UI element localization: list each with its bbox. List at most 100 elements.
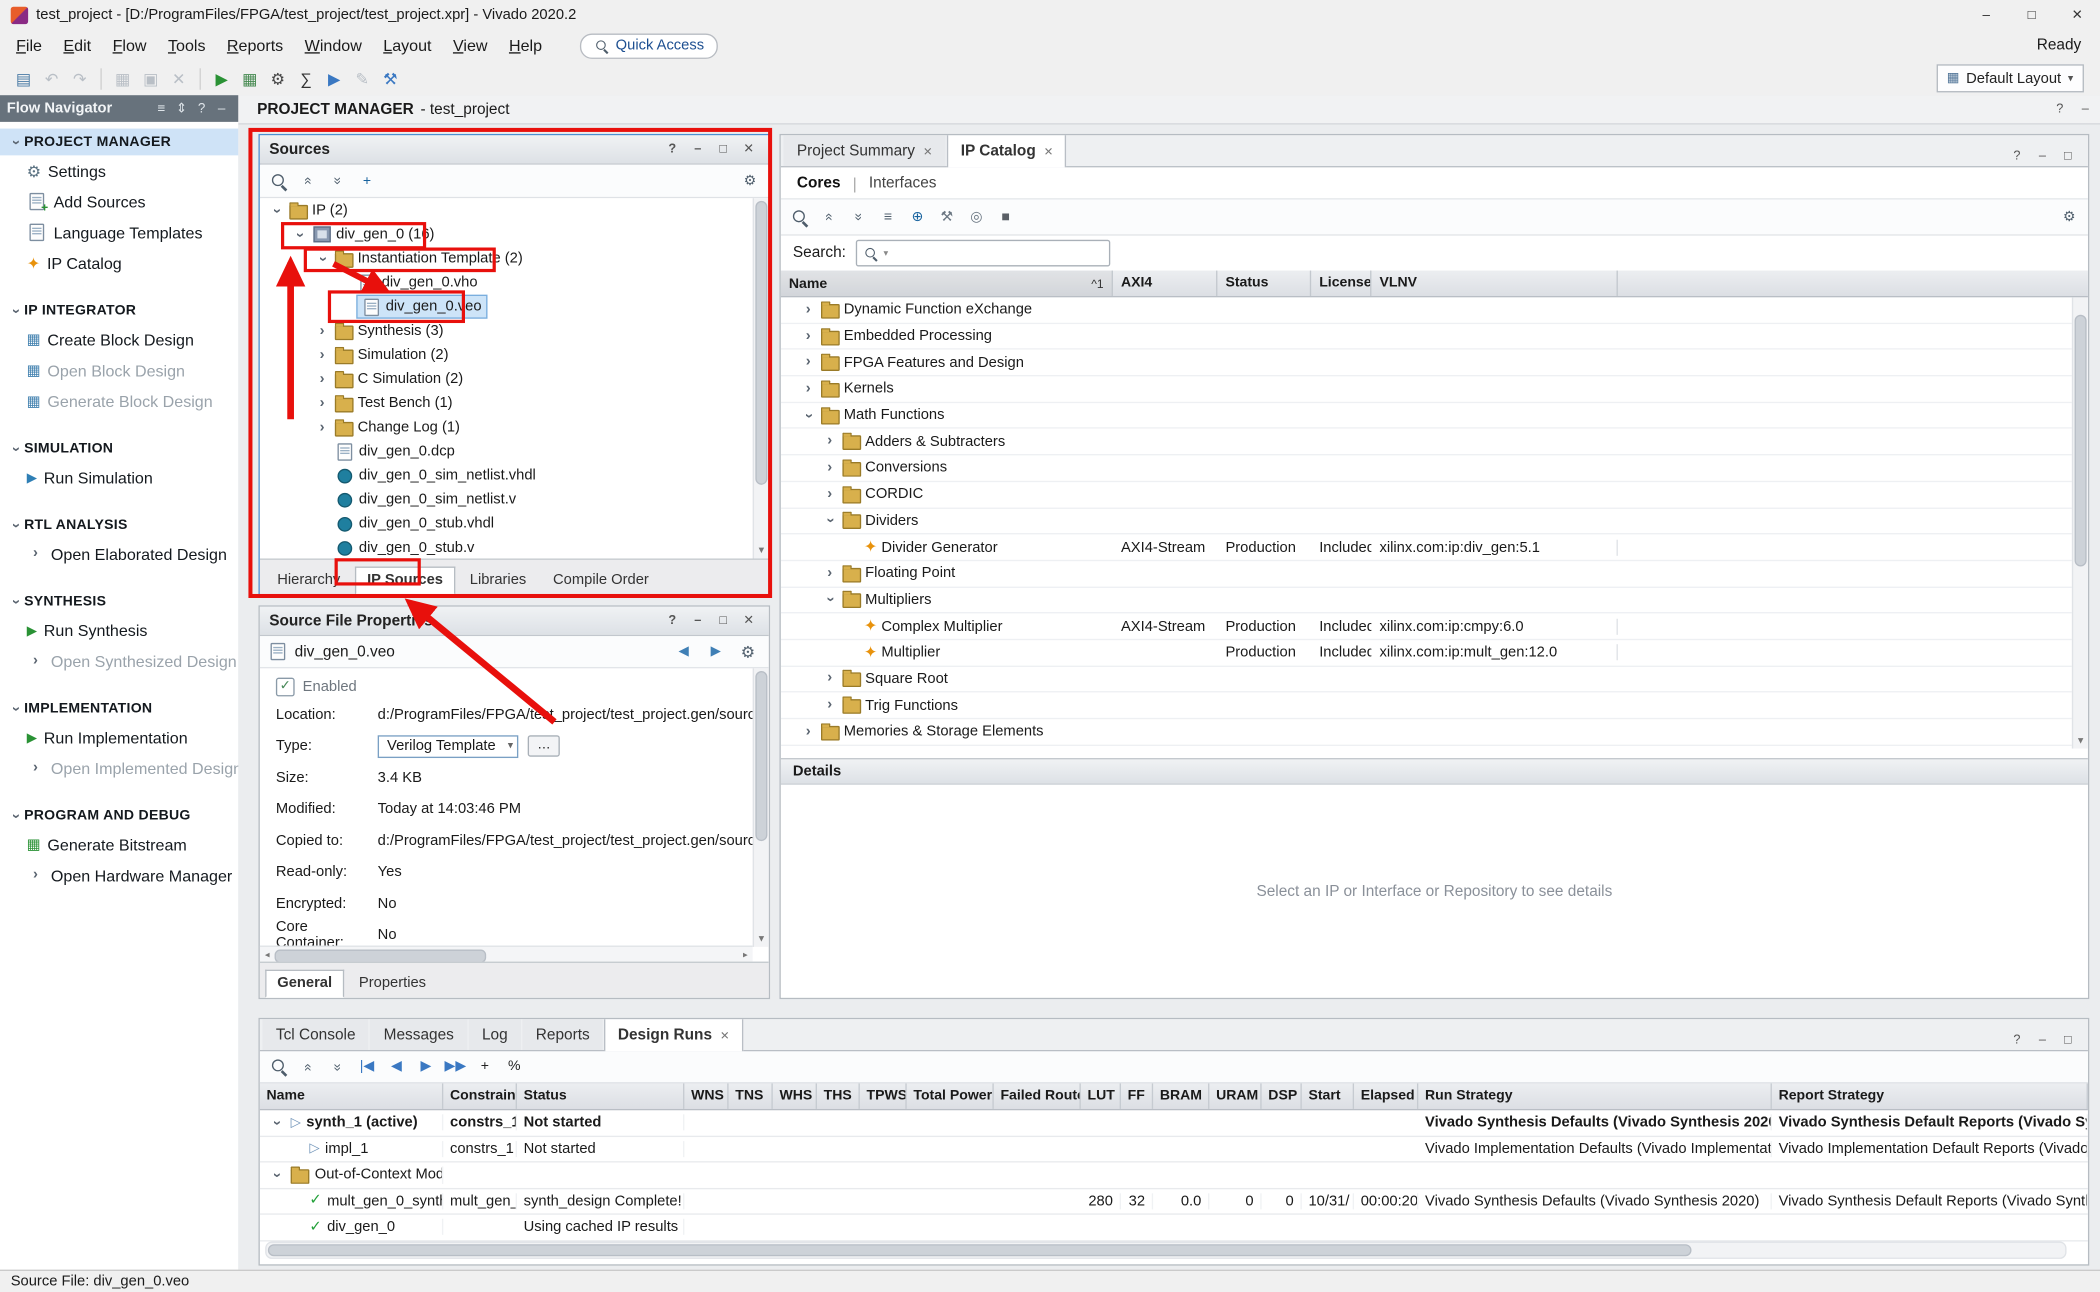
details-header[interactable]: Details [781,758,2088,785]
tree-item-div-gen-0-vho[interactable]: ›div_gen_0.vho [260,271,753,295]
run-row-out-of-context-module-runs[interactable]: ›Out-of-Context Module Runs [260,1163,2088,1189]
flow-item-create-block-design[interactable]: Create Block Design [0,324,238,355]
open-project-icon[interactable]: ▤ [11,66,36,91]
help-icon[interactable]: ? [662,139,683,160]
flow-item-generate-bitstream[interactable]: Generate Bitstream [0,829,238,860]
expand-all-icon[interactable]: » [846,205,870,229]
scroll-down-icon[interactable]: ▼ [2073,734,2088,749]
twistie-icon[interactable]: › [8,593,23,610]
tab-libraries[interactable]: Libraries [458,567,539,595]
close-icon[interactable]: ✕ [923,144,933,159]
enabled-checkbox[interactable]: ✓ [276,678,295,697]
resume-run-icon[interactable]: ▶ [414,1055,438,1079]
ipcat-row-dynamic-function-exchange[interactable]: ›Dynamic Function eXchange [781,297,2072,323]
column-header-status[interactable]: Status [1217,271,1311,296]
ipcat-row-memories-storage-elements[interactable]: ›Memories & Storage Elements [781,719,2072,745]
flow-item-open-synthesized-design[interactable]: ›Open Synthesized Design [0,646,238,677]
menu-layout[interactable]: Layout [373,33,443,57]
column-header-total-power[interactable]: Total Power [907,1083,994,1108]
dashboard-icon[interactable]: ▦ [237,66,262,91]
twistie-icon[interactable]: › [8,516,23,533]
menu-edit[interactable]: Edit [53,33,102,57]
tree-item-instantiation-template-2[interactable]: ›Instantiation Template (2) [260,246,753,270]
menu-tools[interactable]: Tools [157,33,216,57]
add-repository-icon[interactable]: ⊕ [905,205,929,229]
ipcat-row-trig-functions[interactable]: ›Trig Functions [781,693,2072,719]
close-icon[interactable]: ✕ [720,1028,730,1043]
column-header-wns[interactable]: WNS [684,1083,728,1108]
float-icon[interactable]: □ [713,610,734,631]
run-row-impl-1[interactable]: ›impl_1constrs_1Not startedVivado Implem… [260,1136,2088,1162]
twistie-icon[interactable]: › [313,372,330,387]
close-button[interactable]: ✕ [2054,0,2100,29]
menu-window[interactable]: Window [294,33,373,57]
twistie-icon[interactable]: › [821,487,838,502]
flow-item-open-hardware-manager[interactable]: ›Open Hardware Manager [0,860,238,891]
settings-icon[interactable]: ⚙ [738,169,762,193]
twistie-icon[interactable]: › [821,698,838,713]
flow-section-header-program-and-debug[interactable]: ›PROGRAM AND DEBUG [0,802,238,829]
ipcat-row-kernels[interactable]: ›Kernels [781,376,2072,402]
twistie-icon[interactable]: › [27,761,44,776]
step-back-icon[interactable]: ◀ [384,1055,408,1079]
ipcat-row-complex-multiplier[interactable]: ›Complex Multiplier AXI4-Stream Producti… [781,614,2072,640]
tree-item-div-gen-0-veo[interactable]: ›div_gen_0.veo [260,295,753,319]
ipcat-row-embedded-processing[interactable]: ›Embedded Processing [781,324,2072,350]
flow-section-header-implementation[interactable]: ›IMPLEMENTATION [0,695,238,722]
twistie-icon[interactable]: › [800,382,817,397]
settings-icon[interactable]: ⚙ [265,66,290,91]
flow-item-run-simulation[interactable]: Run Simulation [0,462,238,493]
tab-general[interactable]: General [265,970,344,998]
flow-item-add-sources[interactable]: Add Sources [0,186,238,217]
menu-file[interactable]: File [5,33,52,57]
tree-item-synthesis-3[interactable]: ›Synthesis (3) [260,319,753,343]
column-header-report-strategy[interactable]: Report Strategy [1772,1083,2088,1108]
scroll-down-icon[interactable]: ▼ [754,932,769,947]
ipcat-row-divider-generator[interactable]: ›Divider Generator AXI4-Stream Productio… [781,535,2072,561]
ipcat-row-conversions[interactable]: ›Conversions [781,456,2072,482]
column-header-dsp[interactable]: DSP [1262,1083,1302,1108]
twistie-icon[interactable]: › [292,226,307,243]
tree-item-div-gen-0-stub-vhdl[interactable]: ›div_gen_0_stub.vhdl [260,512,753,536]
expand-all-icon[interactable]: » [325,169,349,193]
flow-item-generate-block-design[interactable]: Generate Block Design [0,386,238,417]
expand-all-icon[interactable]: » [325,1055,349,1079]
search-icon[interactable] [788,205,812,229]
collapse-all-icon[interactable]: « [296,1055,320,1079]
twistie-icon[interactable]: › [800,724,817,739]
column-header-license[interactable]: License [1311,271,1371,296]
ip-catalog-scrollbar[interactable]: ▼ [2072,297,2088,748]
twistie-icon[interactable]: › [313,348,330,363]
help-icon[interactable]: ? [192,101,212,116]
save-icon[interactable]: ▦ [110,66,135,91]
minimize-icon[interactable]: – [2075,98,2096,119]
twistie-icon[interactable]: › [821,566,838,581]
column-header-elapsed[interactable]: Elapsed [1354,1083,1418,1108]
run-icon[interactable]: ▶ [209,66,234,91]
flow-item-settings[interactable]: Settings [0,155,238,186]
twistie-icon[interactable]: › [269,1166,284,1183]
properties-scrollbar[interactable]: ▼ [753,668,769,947]
scroll-right-icon[interactable]: ▸ [738,950,753,961]
ipcat-row-adders-subtracters[interactable]: ›Adders & Subtracters [781,429,2072,455]
tab-cores[interactable]: Cores [797,175,841,191]
column-header-failed-routes[interactable]: Failed Routes [994,1083,1081,1108]
column-header-axi4[interactable]: AXI4 [1113,271,1217,296]
twistie-icon[interactable]: › [313,420,330,435]
ip-search-input[interactable]: ▾ [855,240,1109,267]
stop-icon[interactable]: ■ [994,205,1018,229]
minimize-icon[interactable]: – [2032,145,2053,166]
column-header-status[interactable]: Status [517,1083,684,1108]
tab-hierarchy[interactable]: Hierarchy [265,567,352,595]
tab-log[interactable]: Log [469,1019,521,1050]
flow-section-header-ip-integrator[interactable]: ›IP INTEGRATOR [0,297,238,324]
flow-section-header-project-manager[interactable]: ›PROJECT MANAGER [0,129,238,156]
flow-item-run-synthesis[interactable]: Run Synthesis [0,615,238,646]
close-icon[interactable]: ✕ [1044,144,1054,159]
properties-hscrollbar[interactable]: ◂ ▸ [260,946,753,963]
tab-project-summary[interactable]: Project Summary✕ [783,135,945,166]
scrollbar-thumb[interactable] [755,671,767,841]
twistie-icon[interactable]: › [822,512,837,529]
copy-icon[interactable]: ▣ [138,66,163,91]
type-select[interactable]: Verilog Template [378,735,519,758]
